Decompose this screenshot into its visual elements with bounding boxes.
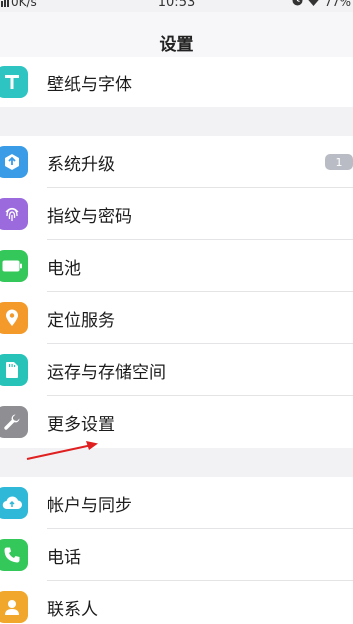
- settings-row-label: 更多设置: [47, 414, 115, 435]
- settings-row-label: 电池: [47, 258, 81, 279]
- settings-group-accounts: 帐户与同步 电话 联系人: [0, 477, 353, 624]
- settings-row-storage[interactable]: 运存与存储空间: [0, 344, 353, 396]
- battery-icon: [0, 250, 28, 282]
- settings-row-label: 指纹与密码: [47, 206, 132, 227]
- fingerprint-icon: [0, 198, 28, 230]
- battery-percent: 77%: [324, 0, 351, 9]
- cloud-sync-icon: [0, 487, 28, 519]
- settings-row-label: 运存与存储空间: [47, 362, 166, 383]
- storage-icon: [0, 354, 28, 386]
- update-count-badge: 1: [325, 154, 353, 170]
- page-title: 设置: [159, 35, 194, 55]
- settings-row-account-sync[interactable]: 帐户与同步: [0, 477, 353, 529]
- settings-row-label: 联系人: [47, 599, 98, 620]
- settings-row-label: 系统升级: [47, 154, 115, 175]
- settings-row-label: 帐户与同步: [47, 495, 132, 516]
- settings-group-display: 壁纸与字体: [0, 57, 353, 107]
- wifi-icon: [307, 0, 320, 9]
- settings-row-battery[interactable]: 电池: [0, 240, 353, 292]
- phone-icon: [0, 539, 28, 571]
- settings-row-wallpaper-font[interactable]: 壁纸与字体: [0, 57, 353, 107]
- system-update-icon: [0, 146, 28, 178]
- settings-group-system: 系统升级 1 指纹与密码 电池 定位服务 运存与存储空间 更多设置: [0, 136, 353, 448]
- status-bar: 0K/s 10:53 77%: [0, 0, 353, 12]
- settings-row-location[interactable]: 定位服务: [0, 292, 353, 344]
- status-right: 77%: [292, 0, 351, 9]
- settings-row-contacts[interactable]: 联系人: [0, 581, 353, 624]
- font-icon: [0, 66, 28, 98]
- settings-row-label: 定位服务: [47, 310, 115, 331]
- settings-row-label: 电话: [47, 547, 81, 568]
- location-icon: [0, 302, 28, 334]
- contacts-icon: [0, 591, 28, 623]
- settings-row-label: 壁纸与字体: [47, 74, 132, 95]
- settings-row-fingerprint-password[interactable]: 指纹与密码: [0, 188, 353, 240]
- settings-row-phone[interactable]: 电话: [0, 529, 353, 581]
- wrench-icon: [0, 406, 28, 438]
- settings-row-system-update[interactable]: 系统升级 1: [0, 136, 353, 188]
- red-arrow-icon: [26, 441, 98, 460]
- alarm-icon: [292, 0, 303, 9]
